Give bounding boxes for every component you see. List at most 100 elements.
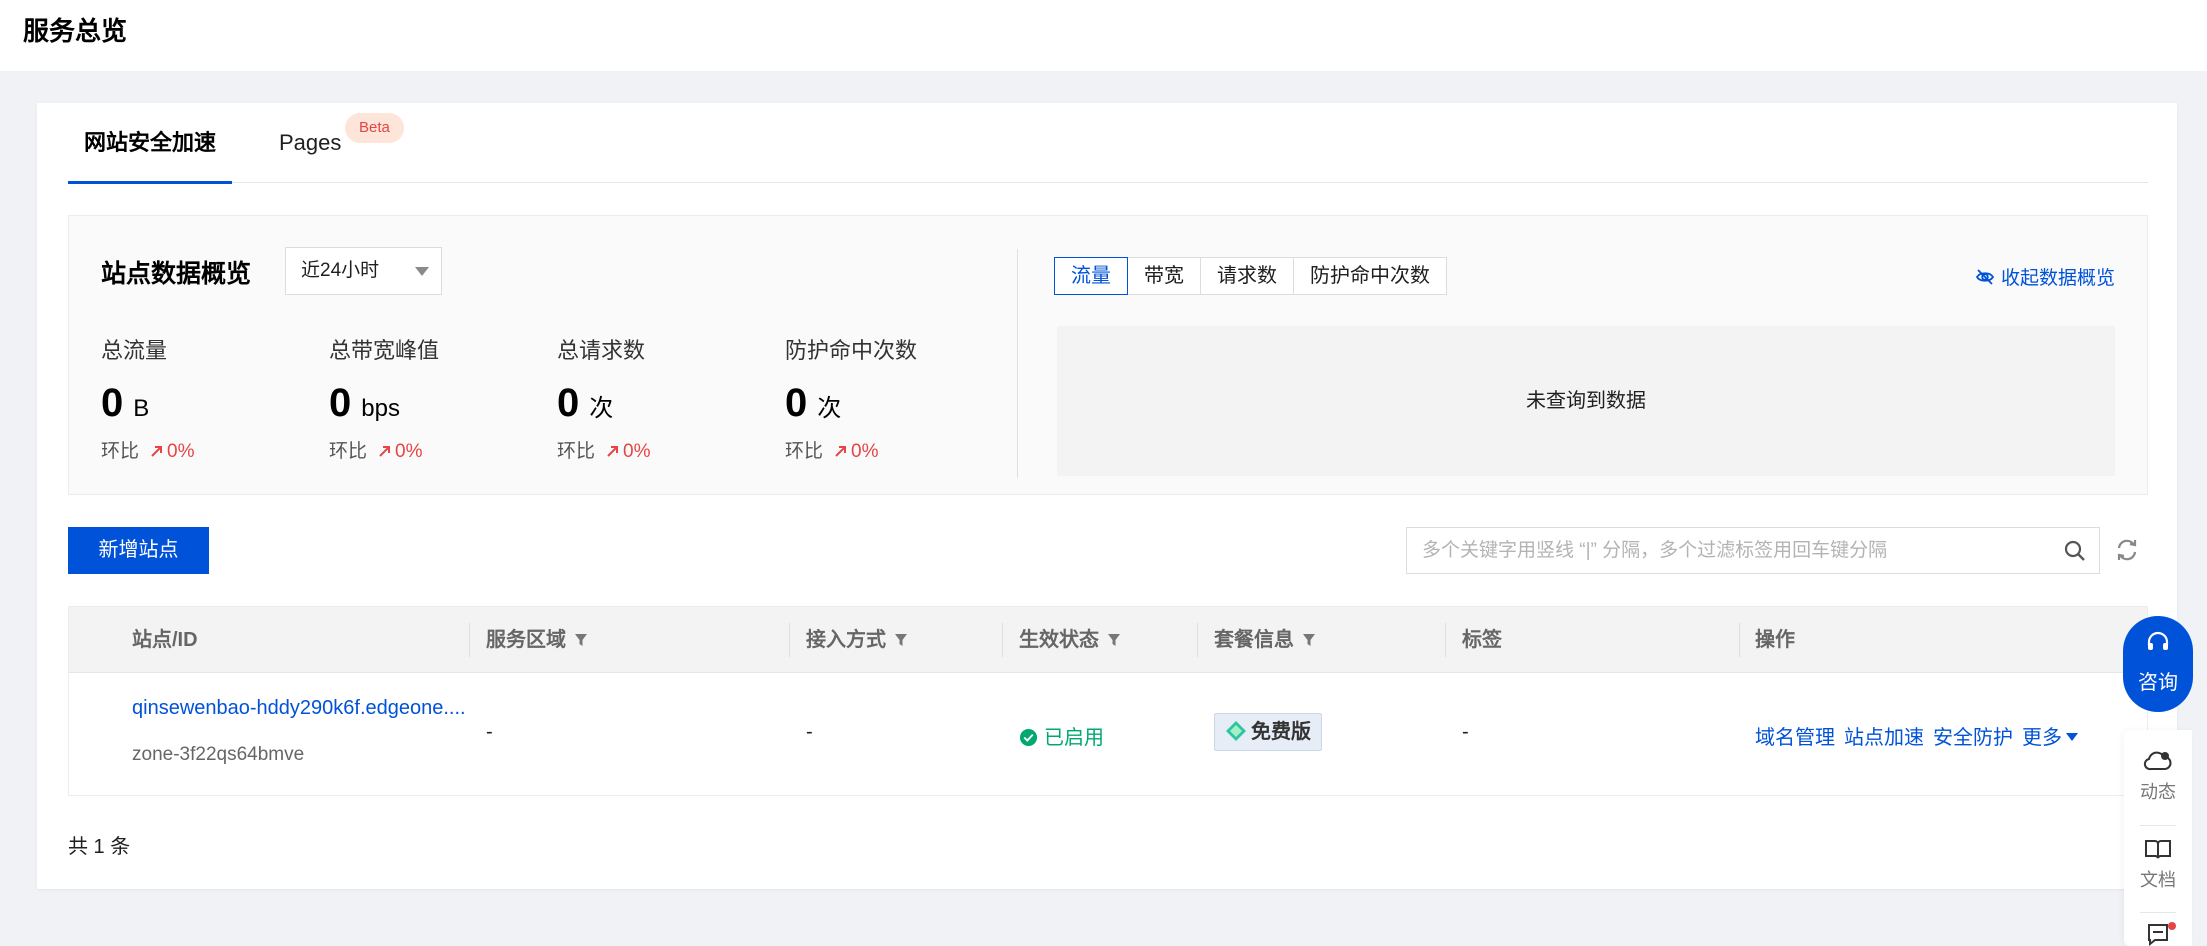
filter-icon[interactable] xyxy=(1107,633,1121,647)
site-data-overview: 站点数据概览 近24小时 总流量 0B 环比 0% 总带宽峰值 0 bps 环比 0%… xyxy=(68,215,2148,495)
book-open-icon xyxy=(2145,840,2171,859)
filter-icon[interactable] xyxy=(574,633,588,647)
site-acceleration-link[interactable]: 站点加速 xyxy=(1844,727,1924,749)
collapse-overview-link[interactable]: 收起数据概览 xyxy=(1975,263,2115,290)
column-label: 服务区域 xyxy=(486,629,566,651)
column-access-method: 接入方式 xyxy=(806,607,908,673)
access-method-value: - xyxy=(806,721,813,743)
side-divider xyxy=(2140,912,2176,913)
metric-label: 总带宽峰值 xyxy=(329,338,440,363)
metric-value: 0 xyxy=(101,381,124,425)
side-item-feedback[interactable] xyxy=(2124,922,2192,946)
metric-peak-bandwidth: 总带宽峰值 0 bps 环比 0% xyxy=(329,336,549,466)
product-tabs: 网站安全加速 Pages Beta xyxy=(68,103,2148,184)
overview-title: 站点数据概览 xyxy=(101,260,252,288)
column-divider xyxy=(1445,623,1446,657)
time-range-select[interactable]: 近24小时 xyxy=(285,247,442,295)
filter-icon[interactable] xyxy=(1302,633,1316,647)
caret-down-icon xyxy=(2066,733,2078,741)
arrow-up-right-icon xyxy=(835,446,847,457)
status-text: 已启用 xyxy=(1044,727,1104,749)
search-input[interactable] xyxy=(1407,528,2047,573)
ratio-label: 环比 xyxy=(101,441,140,462)
plan-name: 免费版 xyxy=(1251,721,1311,743)
domain-management-link[interactable]: 域名管理 xyxy=(1755,727,1835,749)
chart-metric-tabs: 流量 带宽 请求数 防护命中次数 xyxy=(1054,257,1447,295)
security-protection-link[interactable]: 安全防护 xyxy=(1933,727,2013,749)
more-label: 更多 xyxy=(2022,727,2062,749)
arrow-up-right-icon xyxy=(379,446,391,457)
row-actions: 域名管理 站点加速 安全防护 更多 xyxy=(1755,721,2087,750)
total-count: 共 1 条 xyxy=(68,836,131,858)
collapse-overview-label: 收起数据概览 xyxy=(2000,268,2115,289)
page-title: 服务总览 xyxy=(23,16,128,46)
chevron-down-icon xyxy=(415,267,429,276)
side-label-news: 动态 xyxy=(2140,782,2176,802)
metric-value: 0 xyxy=(329,381,352,425)
chart-tab-protection-hits[interactable]: 防护命中次数 xyxy=(1293,257,1447,295)
notification-dot xyxy=(2168,922,2176,930)
page-header: 服务总览 xyxy=(0,0,2207,71)
column-divider xyxy=(469,623,470,657)
metric-unit: 次 xyxy=(589,395,614,422)
ratio-label: 环比 xyxy=(557,441,596,462)
search-box xyxy=(1406,527,2100,574)
diamond-icon xyxy=(1226,721,1246,741)
column-divider xyxy=(1002,623,1003,657)
chart-tab-bandwidth[interactable]: 带宽 xyxy=(1127,257,1201,295)
floating-side-panel: 动态 文档 xyxy=(2124,730,2192,946)
metric-protection-hits: 防护命中次数 0次 环比 0% xyxy=(785,336,1005,466)
ratio-value: 0% xyxy=(395,441,423,462)
tags-value: - xyxy=(1462,721,1469,743)
status-badge: 已启用 xyxy=(1019,721,1104,750)
column-status: 生效状态 xyxy=(1019,607,1121,673)
column-service-region: 服务区域 xyxy=(486,607,588,673)
side-label-docs: 文档 xyxy=(2140,870,2176,890)
ratio-value: 0% xyxy=(851,441,879,462)
table-header: 站点/ID 服务区域 接入方式 生效状态 套餐信息 标签 操作 xyxy=(69,607,2147,673)
consult-label: 咨询 xyxy=(2138,672,2178,694)
metric-label: 总流量 xyxy=(101,338,168,363)
check-circle-icon xyxy=(1019,728,1038,747)
column-tags: 标签 xyxy=(1462,629,1502,651)
eye-hidden-icon xyxy=(1975,269,1995,285)
metric-label: 防护命中次数 xyxy=(785,338,918,363)
metric-total-traffic: 总流量 0B 环比 0% xyxy=(101,336,321,466)
plan-cell: 免费版 xyxy=(1214,713,1322,751)
ratio-label: 环比 xyxy=(785,441,824,462)
cloud-bell-icon xyxy=(2143,751,2172,771)
tab-site-acceleration[interactable]: 网站安全加速 xyxy=(68,103,232,184)
overview-divider xyxy=(1017,249,1018,478)
column-actions: 操作 xyxy=(1755,629,1795,651)
chart-tab-requests[interactable]: 请求数 xyxy=(1200,257,1294,295)
column-divider xyxy=(1197,623,1198,657)
search-icon[interactable] xyxy=(2063,539,2087,563)
filter-icon[interactable] xyxy=(894,633,908,647)
column-plan: 套餐信息 xyxy=(1214,607,1316,673)
service-region-value: - xyxy=(486,721,493,743)
column-label: 接入方式 xyxy=(806,629,886,651)
metric-unit: B xyxy=(133,395,150,422)
site-name-link[interactable]: qinsewenbao-hddy290k6f.edgeone.... xyxy=(132,697,466,720)
metric-unit: bps xyxy=(361,395,400,422)
column-site-id: 站点/ID xyxy=(132,629,198,651)
more-actions-dropdown[interactable]: 更多 xyxy=(2022,727,2078,749)
add-site-button[interactable]: 新增站点 xyxy=(68,527,209,574)
metric-label: 总请求数 xyxy=(557,338,646,363)
ratio-value: 0% xyxy=(623,441,651,462)
side-item-news[interactable]: 动态 xyxy=(2124,748,2192,804)
arrow-up-right-icon xyxy=(607,446,619,457)
column-divider xyxy=(1739,623,1740,657)
beta-badge: Beta xyxy=(345,113,404,143)
tab-pages[interactable]: Pages xyxy=(279,103,341,183)
metric-value: 0 xyxy=(557,381,580,425)
column-label: 套餐信息 xyxy=(1214,629,1294,651)
refresh-icon[interactable] xyxy=(2115,537,2139,563)
chart-tab-traffic[interactable]: 流量 xyxy=(1054,257,1128,295)
headset-icon xyxy=(2147,631,2169,650)
arrow-up-right-icon xyxy=(151,446,163,457)
ratio-value: 0% xyxy=(167,441,195,462)
sites-table: 站点/ID 服务区域 接入方式 生效状态 套餐信息 标签 操作 qinsewen… xyxy=(68,606,2148,796)
side-item-docs[interactable]: 文档 xyxy=(2124,836,2192,892)
consult-button[interactable]: 咨询 xyxy=(2123,616,2193,712)
